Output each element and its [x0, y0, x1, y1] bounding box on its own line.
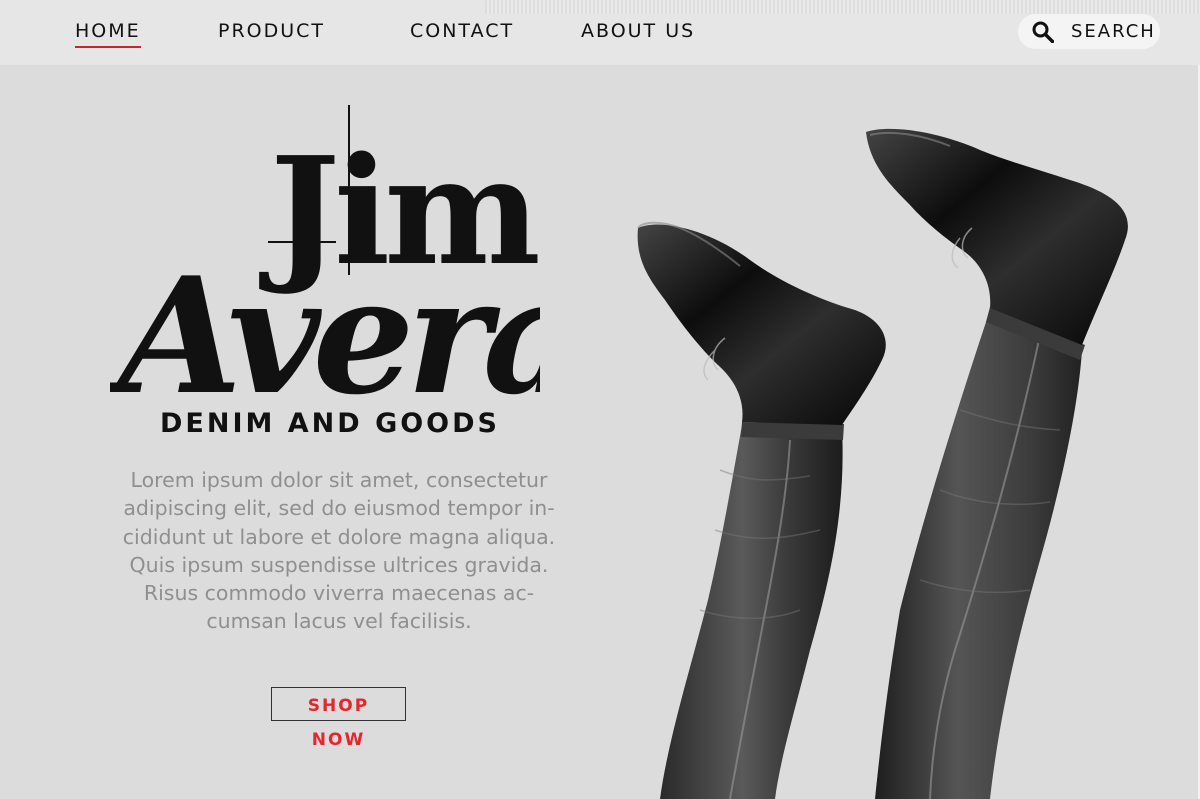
description-line: adipiscing elit, sed do eiusmod tempor i…	[123, 496, 555, 521]
brand-tagline: DENIM AND GOODS	[160, 408, 500, 439]
description-line: cididunt ut labore et dolore magna aliqu…	[122, 524, 556, 549]
nav-contact-link[interactable]: CONTACT	[410, 19, 514, 43]
top-navigation-bar: HOME PRODUCT CONTACT ABOUT US SEARCH	[0, 0, 1200, 65]
search-button[interactable]: SEARCH	[1018, 14, 1160, 49]
nav-product-link[interactable]: PRODUCT	[218, 19, 325, 43]
hero-description: Lorem ipsum dolor sit amet, consectetur …	[100, 466, 578, 636]
left-jeans-leg	[660, 425, 843, 799]
description-line: Lorem ipsum dolor sit amet, consectetur	[130, 468, 548, 492]
brand-logo: Jim Avera	[110, 105, 540, 405]
description-line: Quis ipsum suspendisse ultrices gravida.	[129, 552, 549, 577]
topbar-texture	[485, 0, 1200, 14]
hero-photo-legs-in-boots	[637, 128, 1128, 799]
shop-now-button[interactable]: SHOP NOW	[271, 687, 406, 750]
nav-about-us-link[interactable]: ABOUT US	[581, 19, 695, 43]
search-icon	[1032, 21, 1054, 43]
logo-line2: Avera	[110, 242, 540, 405]
nav-home-link[interactable]: HOME	[75, 19, 141, 48]
description-line: cumsan lacus vel facilisis.	[206, 609, 472, 634]
right-jeans-leg	[875, 310, 1082, 799]
left-jeans-cuff	[741, 422, 844, 440]
description-line: Risus commodo viverra maecenas ac-	[143, 581, 535, 606]
left-boot	[637, 224, 886, 425]
search-label: SEARCH	[1071, 21, 1156, 42]
